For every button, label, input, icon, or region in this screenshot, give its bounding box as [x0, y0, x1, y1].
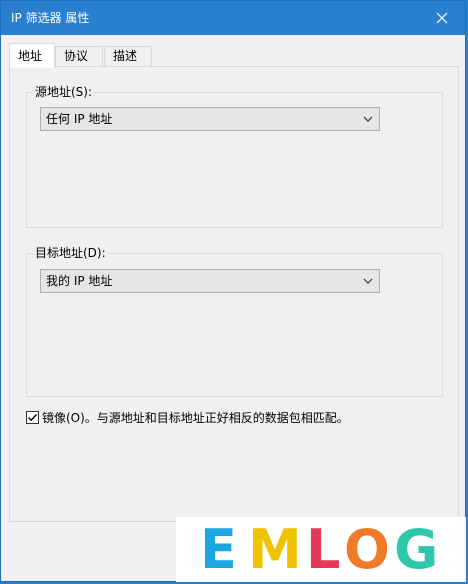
window-title: IP 筛选器 属性 [11, 11, 90, 25]
close-button[interactable] [419, 1, 465, 35]
destination-address-group: 目标地址(D): 我的 IP 地址 [26, 246, 443, 397]
ip-filter-properties-dialog: IP 筛选器 属性 地址 协议 描述 源地址(S): 任何 IP 地址 目标地址… [0, 0, 466, 582]
check-mark-icon [28, 414, 38, 422]
watermark-letter-e: E [200, 518, 237, 581]
tab-description[interactable]: 描述 [104, 46, 152, 67]
source-address-label: 源地址(S): [33, 85, 95, 99]
watermark-letter-m: M [248, 518, 302, 581]
destination-address-label: 目标地址(D): [33, 246, 108, 260]
tab-address[interactable]: 地址 [9, 43, 55, 68]
title-bar[interactable]: IP 筛选器 属性 [1, 1, 465, 35]
chevron-down-icon [363, 278, 373, 284]
tab-protocol[interactable]: 协议 [55, 46, 103, 67]
mirror-label: 镜像(O)。与源地址和目标地址正好相反的数据包相匹配。 [42, 411, 349, 425]
source-address-group: 源地址(S): 任何 IP 地址 [26, 85, 443, 228]
source-address-value: 任何 IP 地址 [46, 112, 113, 126]
address-tab-panel: 源地址(S): 任何 IP 地址 目标地址(D): 我的 IP 地址 [9, 66, 459, 522]
chevron-down-icon [363, 116, 373, 122]
source-address-dropdown[interactable]: 任何 IP 地址 [40, 107, 380, 131]
watermark-letter-g: G [394, 518, 439, 581]
watermark-letter-o: O [344, 518, 390, 581]
destination-address-value: 我的 IP 地址 [46, 274, 113, 288]
emlog-watermark-logo: E M L O G [176, 517, 466, 582]
close-icon [436, 12, 448, 24]
mirror-checkbox[interactable] [26, 411, 39, 424]
watermark-letter-l: L [306, 518, 341, 581]
destination-address-dropdown[interactable]: 我的 IP 地址 [40, 269, 380, 293]
